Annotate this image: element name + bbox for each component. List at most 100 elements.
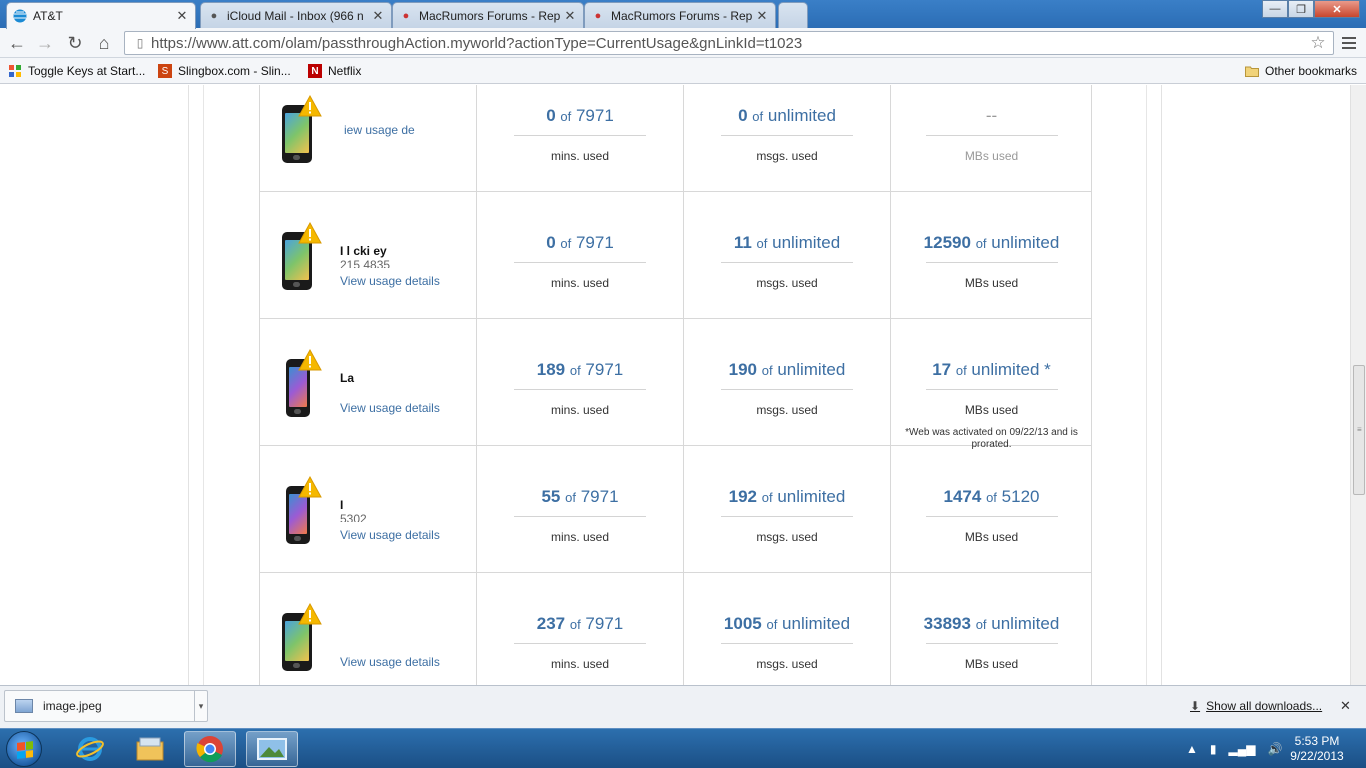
bookmarks-bar: Toggle Keys at Start... S Slingbox.com -… [0, 58, 1366, 84]
warning-icon [298, 349, 322, 371]
bookmark-label: Slingbox.com - Slin... [178, 64, 291, 78]
data-value: 1474 of 5120 [943, 487, 1040, 506]
url-text[interactable]: https://www.att.com/olam/passthroughActi… [151, 35, 1307, 52]
bookmark-netflix[interactable]: N Netflix [308, 62, 361, 80]
network-signal-icon[interactable]: ▂▄▆ [1229, 742, 1256, 756]
address-bar[interactable]: ▯ https://www.att.com/olam/passthroughAc… [124, 31, 1334, 55]
divider [925, 135, 1058, 136]
slingbox-icon: S [158, 64, 172, 78]
tab-title: MacRumors Forums - Rep [611, 8, 753, 23]
line-name: I l cki ey [340, 244, 387, 258]
tab-close-icon[interactable]: ✕ [563, 8, 577, 24]
data-label: MBs used [964, 403, 1019, 417]
close-window-button[interactable]: ✕ [1314, 0, 1360, 18]
other-bookmarks-label: Other bookmarks [1265, 64, 1358, 78]
bookmark-star-icon[interactable]: ☆ [1307, 33, 1329, 53]
taskbar-clock[interactable]: 5:53 PM 9/22/2013 [1282, 734, 1352, 764]
reload-button[interactable]: ↻ [64, 32, 86, 54]
minutes-label: mins. used [550, 657, 610, 671]
windows-explorer-icon[interactable] [124, 731, 176, 767]
minutes-cell: 55 of 7971 mins. used [477, 446, 684, 573]
warning-icon [298, 222, 322, 244]
minutes-cell: 0 of 7971 mins. used [477, 85, 684, 192]
close-shelf-icon[interactable]: ✕ [1340, 698, 1351, 714]
show-all-downloads-label: Show all downloads... [1206, 699, 1323, 713]
usage-table: iew usage de 0 of 7971 mins. used 0 of u… [259, 85, 1092, 685]
show-hidden-icons-icon[interactable]: ▲ [1186, 742, 1198, 756]
home-button[interactable]: ⌂ [93, 32, 115, 54]
line-name: La [340, 371, 355, 385]
messages-cell: 192 of unlimited msgs. used [684, 446, 891, 573]
line-cell: iew usage de [260, 85, 477, 192]
tab-macrumors-1[interactable]: ● MacRumors Forums - Rep ✕ [392, 2, 584, 28]
view-usage-details-link[interactable]: iew usage de [344, 123, 415, 137]
line-cell: View usage details [260, 573, 477, 685]
macrumors-icon: ● [402, 9, 410, 22]
download-arrow-icon: ⬇ [1190, 699, 1201, 713]
messages-label: msgs. used [756, 530, 818, 544]
internet-explorer-icon[interactable] [64, 731, 116, 767]
divider [721, 262, 853, 263]
download-item[interactable]: image.jpeg ▾ [4, 690, 208, 722]
minutes-label: mins. used [550, 530, 610, 544]
minutes-value: 0 of 7971 [546, 106, 614, 125]
messages-cell: 1005 of unlimited msgs. used [684, 573, 891, 685]
chevron-down-icon[interactable]: ▾ [195, 701, 207, 712]
line-cell: La View usage details [260, 319, 477, 446]
messages-value: 11 of unlimited [733, 233, 841, 252]
photo-viewer-icon[interactable] [246, 731, 298, 767]
download-filename: image.jpeg [43, 699, 102, 713]
scroll-thumb[interactable]: ≡ [1353, 365, 1365, 495]
tab-strip: AT&T ✕ ● iCloud Mail - Inbox (966 n ✕ ● … [0, 0, 1366, 29]
divider [925, 516, 1058, 517]
other-bookmarks[interactable]: Other bookmarks [1245, 62, 1357, 80]
new-tab-button[interactable] [778, 2, 808, 28]
maximize-button[interactable]: ❐ [1288, 0, 1314, 18]
page-icon: ▯ [136, 36, 144, 50]
battery-icon[interactable]: ▮ [1210, 742, 1217, 756]
bookmark-label: Toggle Keys at Start... [28, 64, 146, 78]
show-all-downloads-link[interactable]: ⬇ Show all downloads... [1190, 699, 1322, 713]
bookmark-toggle-keys[interactable]: Toggle Keys at Start... [8, 62, 145, 80]
minutes-label: mins. used [550, 276, 610, 290]
warning-icon [298, 95, 322, 117]
table-row: La View usage details 189 of 7971 mins. … [260, 319, 1091, 450]
tab-macrumors-2[interactable]: ● MacRumors Forums - Rep ✕ [584, 2, 776, 28]
data-label: MBs used [964, 657, 1019, 671]
view-usage-details-link[interactable]: View usage details [340, 401, 440, 415]
forward-button[interactable]: → [34, 32, 56, 54]
minimize-button[interactable]: — [1262, 0, 1288, 18]
view-usage-details-link[interactable]: View usage details [340, 528, 440, 542]
data-cell: 33893 of unlimited MBs used [891, 573, 1092, 685]
volume-icon[interactable]: 🔊 [1267, 742, 1282, 756]
divider [514, 389, 646, 390]
tab-close-icon[interactable]: ✕ [755, 8, 769, 24]
back-button[interactable]: ← [6, 32, 28, 54]
chrome-icon[interactable] [184, 731, 236, 767]
tab-close-icon[interactable]: ✕ [175, 8, 189, 24]
messages-label: msgs. used [756, 403, 818, 417]
data-cell: 12590 of unlimited MBs used [891, 192, 1092, 319]
page-scrollbar[interactable]: ≡ [1350, 85, 1366, 685]
messages-label: msgs. used [756, 276, 818, 290]
tab-title: MacRumors Forums - Rep [419, 8, 561, 23]
view-usage-details-link[interactable]: View usage details [340, 274, 440, 288]
line-name [340, 625, 480, 639]
browser-toolbar: ← → ↻ ⌂ ▯ https://www.att.com/olam/passt… [0, 28, 1366, 58]
tab-close-icon[interactable]: ✕ [371, 8, 385, 24]
minutes-cell: 237 of 7971 mins. used [477, 573, 684, 685]
tab-icloud[interactable]: ● iCloud Mail - Inbox (966 n ✕ [200, 2, 392, 28]
folder-icon [1245, 64, 1259, 78]
tab-att[interactable]: AT&T ✕ [6, 2, 196, 29]
bookmark-slingbox[interactable]: S Slingbox.com - Slin... [158, 62, 291, 80]
windows-logo-icon [17, 741, 33, 759]
line-number [340, 385, 480, 395]
view-usage-details-link[interactable]: View usage details [340, 655, 440, 669]
scroll-grip-icon: ≡ [1357, 425, 1362, 434]
minutes-cell: 0 of 7971 mins. used [477, 192, 684, 319]
minutes-value: 0 of 7971 [546, 233, 614, 252]
start-button[interactable] [6, 731, 42, 767]
table-row: I 5302 View usage details 55 of 7971 min… [260, 446, 1091, 573]
data-cell: 1474 of 5120 MBs used [891, 446, 1092, 573]
chrome-menu-button[interactable] [1340, 34, 1358, 52]
